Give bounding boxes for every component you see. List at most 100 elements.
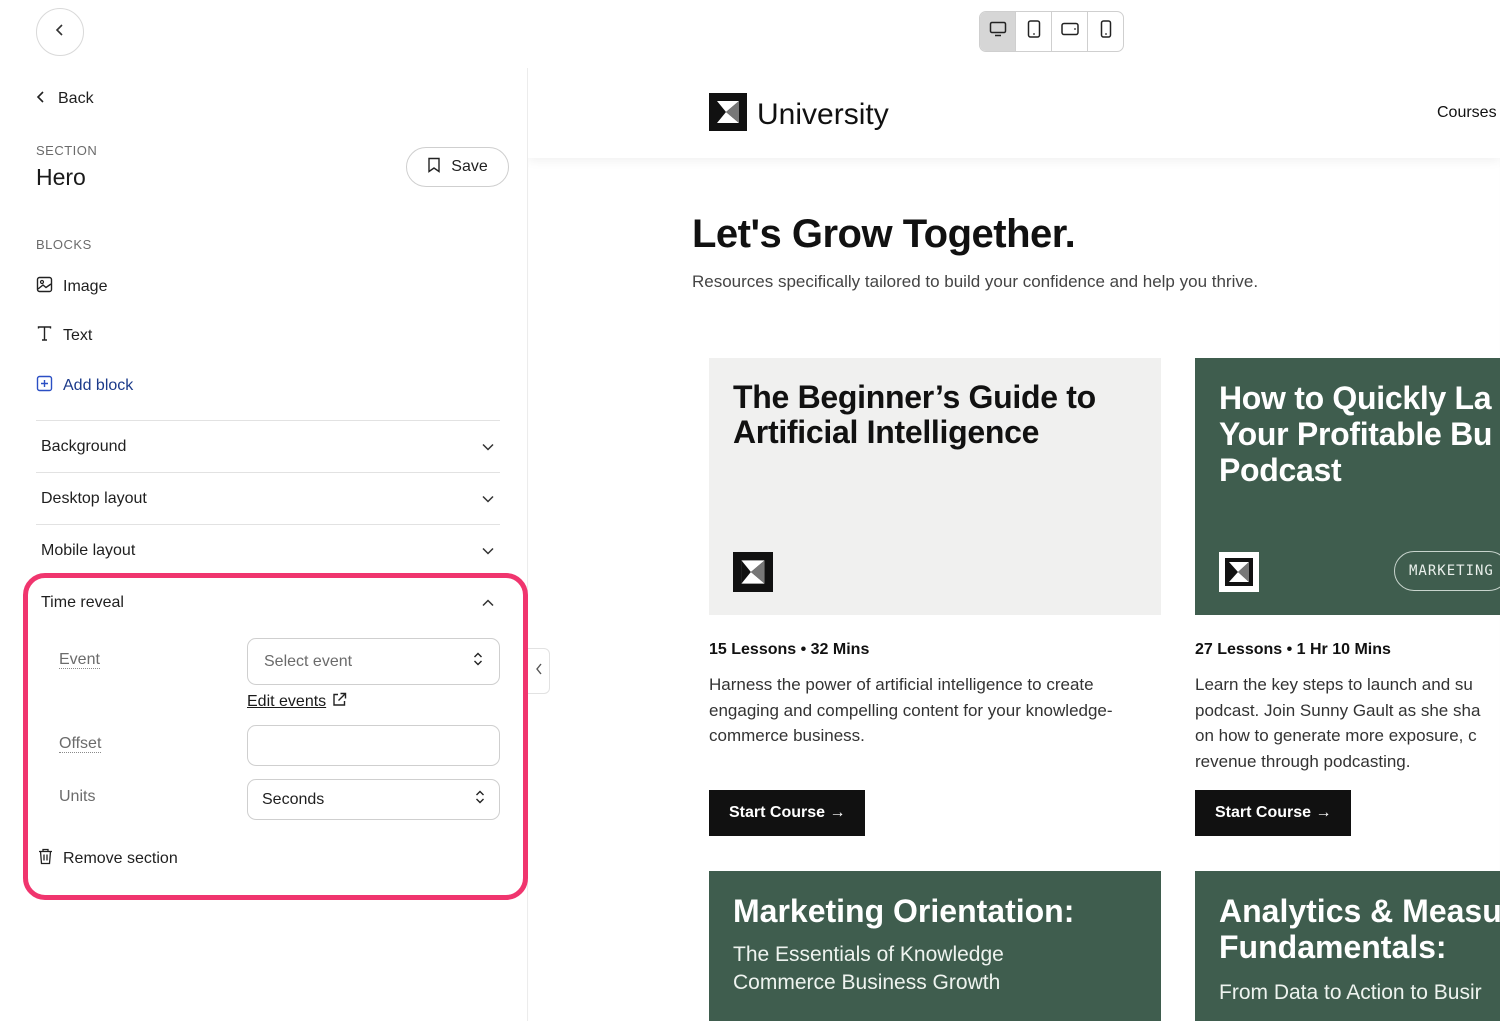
edit-events-link[interactable]: Edit events: [247, 692, 347, 712]
description-line: revenue through podcasting.: [1195, 751, 1411, 771]
chevron-up-icon: [482, 594, 494, 612]
event-label: Event: [59, 651, 100, 669]
title-line: Your Profitable Bu: [1219, 416, 1493, 452]
units-label: Units: [59, 788, 96, 805]
add-block-label: Add block: [63, 377, 134, 394]
title-line: How to Quickly La: [1219, 380, 1492, 416]
block-item-image[interactable]: Image: [36, 276, 107, 298]
nav-courses-link[interactable]: Courses: [1437, 104, 1497, 122]
accordion-label: Mobile layout: [41, 541, 136, 559]
desktop-icon: [989, 21, 1007, 42]
event-select-placeholder: Select event: [264, 652, 353, 670]
event-select[interactable]: Select event: [247, 638, 500, 685]
subtitle-line: The Essentials of Knowledge: [733, 943, 1004, 966]
hero-title: Let's Grow Together.: [692, 212, 1076, 256]
brand-name: University: [757, 97, 889, 131]
brand-mark-icon: [709, 93, 747, 136]
save-label: Save: [451, 158, 488, 175]
remove-section-label: Remove section: [63, 850, 178, 867]
accordion-label: Desktop layout: [41, 489, 147, 507]
desktop-view-button[interactable]: [980, 12, 1016, 51]
course-card: The Beginner’s Guide to Artificial Intel…: [709, 358, 1161, 838]
chevron-down-icon: [482, 542, 494, 560]
top-toolbar: [0, 0, 1500, 68]
course-thumbnail-subtitle: The Essentials of Knowledge Commerce Bus…: [733, 941, 1004, 997]
mobile-view-button[interactable]: [1088, 12, 1123, 51]
course-description: Learn the key steps to launch and su pod…: [1195, 672, 1500, 774]
start-course-button[interactable]: Start Course →: [1195, 790, 1352, 836]
back-label: Back: [58, 90, 94, 107]
description-line: podcast. Join Sunny Gault as she sha: [1195, 700, 1481, 720]
device-toggle-group: [979, 11, 1124, 52]
tablet-icon: [1027, 20, 1041, 43]
block-item-text[interactable]: Text: [36, 325, 92, 347]
course-meta: 27 Lessons • 1 Hr 10 Mins: [1195, 641, 1391, 658]
category-tag: MARKETING: [1394, 551, 1500, 591]
course-thumbnail-title: How to Quickly La Your Profitable Bu Pod…: [1219, 380, 1492, 488]
blocks-kicker: BLOCKS: [36, 237, 92, 252]
mobile-icon: [1100, 20, 1112, 43]
subtitle-line: Commerce Business Growth: [733, 971, 1001, 994]
brand-logo[interactable]: University: [709, 93, 889, 136]
select-arrows-icon: [475, 790, 485, 809]
accordion-background[interactable]: Background: [36, 420, 500, 472]
accordion-mobile-layout[interactable]: Mobile layout: [36, 524, 500, 576]
plus-square-icon: [36, 375, 53, 397]
bookmark-icon: [427, 157, 441, 178]
accordion-label: Time reveal: [41, 594, 124, 611]
tablet-landscape-view-button[interactable]: [1052, 12, 1088, 51]
course-description: Harness the power of artificial intellig…: [709, 675, 1113, 745]
start-course-button[interactable]: Start Course →: [709, 790, 866, 836]
title-line: Analytics & Measu: [1219, 893, 1500, 929]
edit-events-label: Edit events: [247, 693, 327, 710]
block-item-label: Image: [63, 278, 108, 295]
course-card-thumbnail[interactable]: Marketing Orientation: The Essentials of…: [709, 871, 1161, 1021]
units-select[interactable]: Seconds: [247, 779, 500, 820]
description-line: Learn the key steps to launch and su: [1195, 675, 1473, 694]
chevron-left-icon: [535, 662, 543, 680]
tablet-landscape-icon: [1060, 22, 1079, 41]
description-line: on how to generate more exposure, c: [1195, 726, 1477, 745]
offset-label: Offset: [59, 735, 102, 753]
site-preview: University Courses Let's Grow Together. …: [528, 68, 1500, 1021]
offset-input[interactable]: [247, 725, 500, 766]
block-item-label: Text: [63, 327, 93, 344]
settings-sidebar: Back SECTION Hero Save BLOCKS Image Text…: [0, 68, 528, 1021]
units-select-value: Seconds: [262, 790, 325, 808]
image-icon: [36, 276, 53, 298]
chevron-left-icon: [54, 23, 66, 41]
text-icon: [36, 325, 53, 347]
course-thumbnail-subtitle: From Data to Action to Busir: [1219, 981, 1482, 1004]
external-link-icon: [332, 692, 347, 712]
course-thumbnail[interactable]: How to Quickly La Your Profitable Bu Pod…: [1195, 358, 1500, 615]
add-block-button[interactable]: Add block: [36, 375, 133, 397]
hero-subtitle: Resources specifically tailored to build…: [692, 272, 1259, 291]
course-thumbnail[interactable]: The Beginner’s Guide to Artificial Intel…: [709, 358, 1161, 615]
section-kicker: SECTION: [36, 143, 98, 158]
course-card-thumbnail[interactable]: Analytics & Measu Fundamentals: From Dat…: [1195, 871, 1500, 1021]
collapse-sidebar-button[interactable]: [528, 648, 550, 694]
trash-icon: [38, 848, 53, 870]
save-button[interactable]: Save: [406, 147, 509, 187]
course-thumbnail-title: Analytics & Measu Fundamentals:: [1219, 893, 1500, 965]
offset-label-text: Offset: [59, 735, 102, 753]
course-card: How to Quickly La Your Profitable Bu Pod…: [1195, 358, 1500, 838]
chevron-down-icon: [482, 438, 494, 456]
brand-mark-icon: [733, 552, 773, 592]
accordion-label: Background: [41, 437, 127, 455]
accordion-desktop-layout[interactable]: Desktop layout: [36, 472, 500, 524]
event-label-text: Event: [59, 651, 100, 669]
accordion-time-reveal[interactable]: Time reveal: [36, 578, 500, 628]
course-thumbnail-title: The Beginner’s Guide to Artificial Intel…: [733, 380, 1096, 450]
remove-section-button[interactable]: Remove section: [38, 848, 178, 870]
chevron-down-icon: [482, 490, 494, 508]
title-line: The Beginner’s Guide to: [733, 379, 1096, 415]
course-meta: 15 Lessons • 32 Mins: [709, 641, 870, 658]
exit-editor-button[interactable]: [36, 8, 84, 56]
title-line: Fundamentals:: [1219, 929, 1447, 965]
section-title: Hero: [36, 164, 86, 190]
tablet-view-button[interactable]: [1016, 12, 1052, 51]
back-link[interactable]: Back: [36, 90, 94, 108]
course-thumbnail-title: Marketing Orientation:: [733, 893, 1075, 929]
select-arrows-icon: [473, 652, 483, 671]
